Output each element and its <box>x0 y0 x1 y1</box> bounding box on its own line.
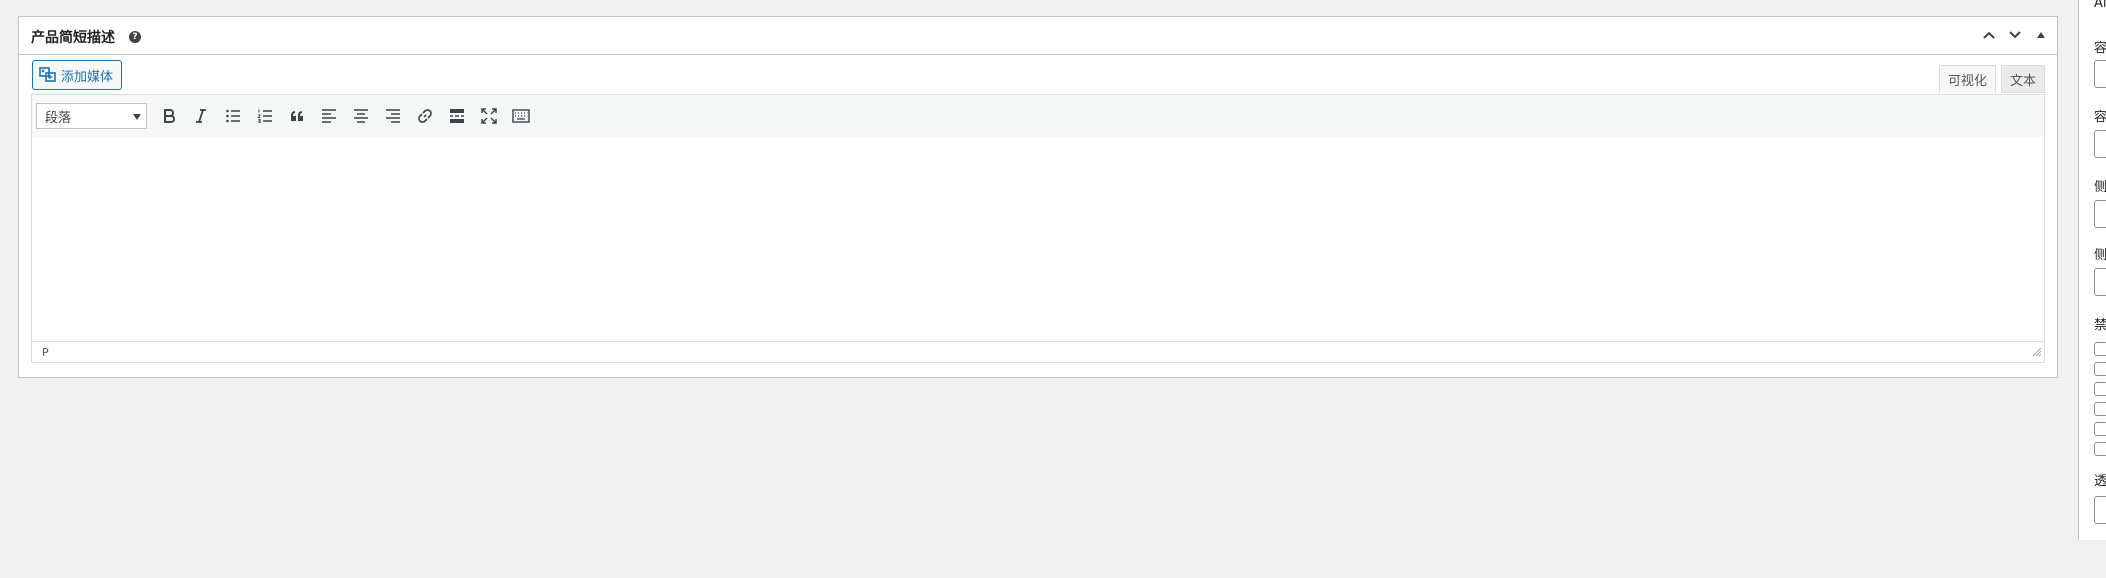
checkbox[interactable] <box>2094 422 2106 436</box>
checkbox[interactable] <box>2094 342 2106 356</box>
editor-content-area[interactable] <box>32 137 2044 342</box>
metabox-title: 产品简短描述 <box>31 30 115 46</box>
editor-container: 段落 P <box>31 94 2045 363</box>
field-label: 容 <box>2094 41 2106 56</box>
bulleted-list-icon[interactable] <box>217 101 249 131</box>
field-label: 透 <box>2094 474 2106 489</box>
align-center-icon[interactable] <box>345 101 377 131</box>
add-media-label: 添加媒体 <box>61 69 114 85</box>
field-select[interactable] <box>2094 200 2106 228</box>
field-select[interactable] <box>2094 268 2106 296</box>
toolbar-toggle-icon[interactable] <box>505 101 537 131</box>
field-select[interactable] <box>2094 496 2106 524</box>
blockquote-icon[interactable] <box>281 101 313 131</box>
field-label: 禁 <box>2094 318 2106 333</box>
format-select-value: 段落 <box>45 110 72 126</box>
field-label: 侧 <box>2094 248 2106 263</box>
question-icon[interactable]: ? <box>129 31 141 43</box>
fullscreen-icon[interactable] <box>473 101 505 131</box>
resize-handle-icon[interactable] <box>2032 347 2042 360</box>
field-select[interactable] <box>2094 130 2106 158</box>
move-down-icon[interactable] <box>2003 23 2027 47</box>
read-more-icon[interactable] <box>441 101 473 131</box>
editor-tabs: 可视化 文本 <box>1938 65 2045 93</box>
chevron-down-icon <box>133 114 141 120</box>
media-icon <box>39 67 56 82</box>
field-label: 侧 <box>2094 180 2106 195</box>
align-left-icon[interactable] <box>313 101 345 131</box>
italic-icon[interactable] <box>185 101 217 131</box>
numbered-list-icon[interactable] <box>249 101 281 131</box>
editor-toolbar: 段落 <box>32 95 2044 138</box>
field-select[interactable] <box>2094 60 2106 88</box>
move-up-icon[interactable] <box>1977 23 2001 47</box>
checkbox[interactable] <box>2094 442 2106 456</box>
tab-text[interactable]: 文本 <box>2000 65 2045 93</box>
element-path[interactable]: P <box>42 346 49 359</box>
metabox-header: 产品简短描述 ? <box>19 17 2057 55</box>
link-icon[interactable] <box>409 101 441 131</box>
toggle-panel-icon[interactable] <box>2029 23 2053 47</box>
short-description-metabox: 产品简短描述 ? 添加媒体 可视化 文本 段落 P <box>18 16 2058 378</box>
bold-icon[interactable] <box>153 101 185 131</box>
checkbox[interactable] <box>2094 402 2106 416</box>
right-sidebar-panel: Ai 容 容 侧 侧 禁 透 <box>2078 0 2106 540</box>
add-media-button[interactable]: 添加媒体 <box>32 60 123 90</box>
tab-visual[interactable]: 可视化 <box>1938 65 1996 93</box>
field-label: 容 <box>2094 110 2106 125</box>
checkbox[interactable] <box>2094 382 2106 396</box>
checkbox[interactable] <box>2094 362 2106 376</box>
panel-heading: Ai <box>2094 0 2106 11</box>
handle-actions <box>1977 23 2053 47</box>
metabox-title-wrap: 产品简短描述 ? <box>31 27 141 47</box>
editor-statusbar: P <box>32 341 2044 362</box>
format-select[interactable]: 段落 <box>36 103 147 129</box>
align-right-icon[interactable] <box>377 101 409 131</box>
